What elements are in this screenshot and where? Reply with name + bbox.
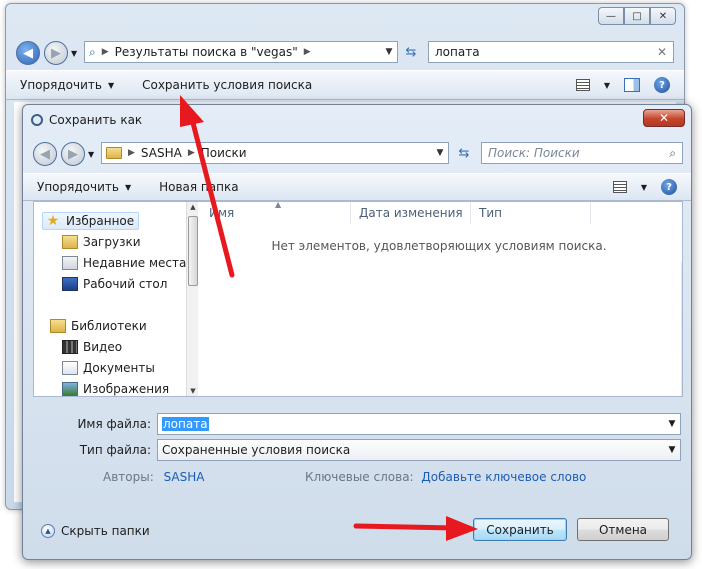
- arrow-to-save-search-icon: [180, 95, 235, 278]
- arrow-to-save-button-icon: [353, 516, 478, 541]
- annotation-arrows: [180, 95, 478, 541]
- screen: — □ ✕ ◀ ▶ ▼ ⌕ ▶ Результаты поиска в "veg…: [0, 0, 702, 569]
